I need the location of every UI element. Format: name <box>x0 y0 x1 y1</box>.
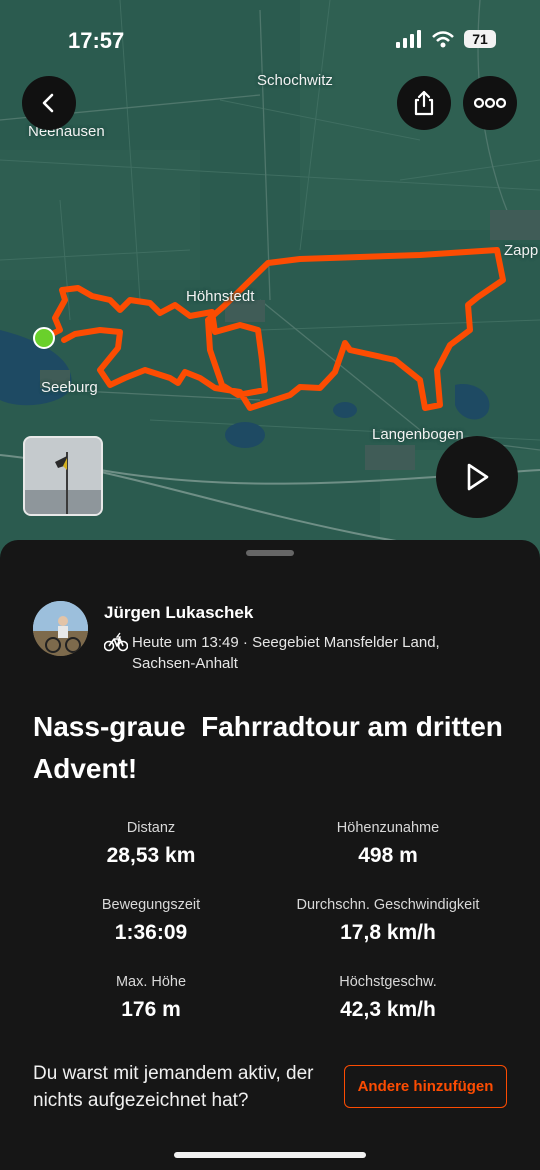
battery-indicator: 71 <box>464 30 496 48</box>
athlete-avatar[interactable] <box>33 601 88 656</box>
map-label-seeburg: Seeburg <box>41 379 98 396</box>
activity-meta: Heute um 13:49 · Seegebiet Mansfelder La… <box>104 632 464 674</box>
stat-label: Höchstgeschw. <box>339 974 437 990</box>
stat-avg-speed: Durchschn. Geschwindigkeit 17,8 km/h <box>253 897 523 945</box>
back-button[interactable] <box>22 76 76 130</box>
stat-moving-time: Bewegungszeit 1:36:09 <box>16 897 286 945</box>
avatar-photo <box>33 601 88 656</box>
stat-value: 498 m <box>358 844 418 867</box>
add-others-prompt: Du warst mit jemandem aktiv, der nichts … <box>33 1063 314 1111</box>
stat-max-speed: Höchstgeschw. 42,3 km/h <box>253 974 523 1022</box>
stat-value: 1:36:09 <box>114 921 188 944</box>
back-icon <box>42 93 54 113</box>
stat-distance: Distanz 28,53 km <box>16 820 286 868</box>
photo-thumbnail[interactable] <box>23 436 103 516</box>
more-button[interactable] <box>463 76 517 130</box>
play-flyover-button[interactable] <box>436 436 518 518</box>
share-button[interactable] <box>397 76 451 130</box>
flag-photo-image <box>25 438 101 514</box>
status-time: 17:57 <box>68 28 125 53</box>
stat-max-elevation: Max. Höhe 176 m <box>16 974 286 1022</box>
activity-date-location: Heute um 13:49 · Seegebiet Mansfelder La… <box>132 634 440 672</box>
stat-value: 42,3 km/h <box>340 998 436 1021</box>
stat-label: Max. Höhe <box>115 974 187 990</box>
stat-elevation-gain: Höhenzunahme 498 m <box>253 820 523 868</box>
wifi-icon <box>432 30 454 47</box>
status-bar: 17:57 71 <box>0 26 540 56</box>
play-icon <box>467 463 489 491</box>
map-view[interactable]: 17:57 71 Schochwitz Neehausen Zapp Höhns… <box>0 0 540 560</box>
stat-label: Distanz <box>126 820 176 836</box>
stat-label: Höhenzunahme <box>336 820 440 836</box>
share-icon <box>414 90 434 116</box>
stat-value: 28,53 km <box>106 844 196 867</box>
home-indicator[interactable] <box>174 1152 366 1158</box>
stat-value: 176 m <box>121 998 181 1021</box>
stat-value: 17,8 km/h <box>340 921 436 944</box>
activity-title: Nass-graue Fahrradtour am dritten Advent… <box>33 711 510 784</box>
stat-label: Durchschn. Geschwindigkeit <box>296 897 480 913</box>
map-label-zappendorf: Zapp <box>504 242 539 259</box>
ebike-icon <box>104 632 128 652</box>
add-others-button[interactable]: Andere hinzufügen <box>344 1065 507 1108</box>
map-label-schochwitz: Schochwitz <box>257 72 333 89</box>
start-marker <box>33 327 55 349</box>
signal-icon <box>396 30 421 48</box>
map-label-hoehnstedt: Höhnstedt <box>186 288 255 305</box>
stat-label: Bewegungszeit <box>101 897 201 913</box>
athlete-name[interactable]: Jürgen Lukaschek <box>104 603 253 623</box>
activity-sheet: Jürgen Lukaschek Heute um 13:49 · Seegeb… <box>0 540 540 1170</box>
map-label-langenbogen: Langenbogen <box>372 426 464 443</box>
sheet-drag-handle[interactable] <box>246 550 294 556</box>
more-icon <box>474 97 506 109</box>
